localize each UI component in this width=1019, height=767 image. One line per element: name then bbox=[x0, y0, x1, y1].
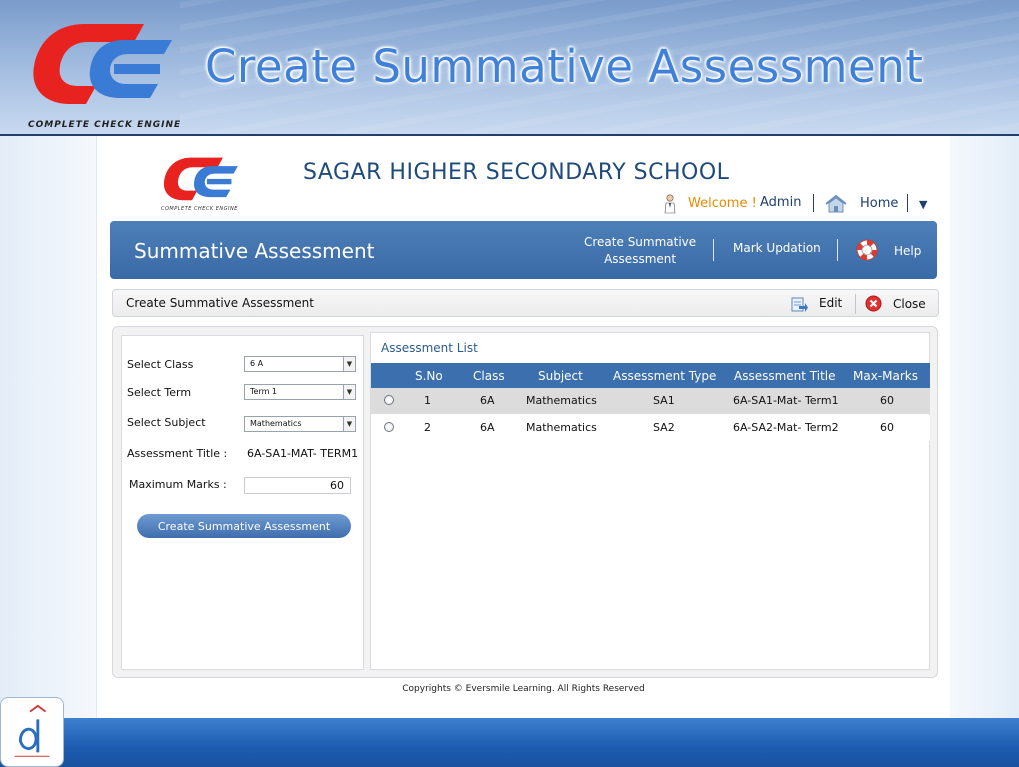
term-label: Select Term bbox=[127, 386, 192, 399]
cell-max-marks: 60 bbox=[880, 394, 894, 407]
cell-title: 6A-SA1-Mat- Term1 bbox=[733, 394, 839, 407]
nav-help[interactable]: Help bbox=[894, 243, 921, 260]
close-icon[interactable] bbox=[865, 295, 882, 312]
max-marks-label: Maximum Marks : bbox=[129, 478, 227, 491]
school-logo-caption: COMPLETE CHECK ENGINE bbox=[161, 206, 238, 212]
nav-item-label: Mark Updation bbox=[733, 241, 821, 255]
nav-item-label: Help bbox=[894, 244, 922, 258]
menu-dropdown-icon[interactable]: ▼ bbox=[919, 198, 927, 211]
class-label: Select Class bbox=[127, 358, 194, 371]
school-name: SAGAR HIGHER SECONDARY SCHOOL bbox=[303, 160, 730, 185]
column-header: Assessment Type bbox=[613, 369, 717, 383]
edit-icon[interactable] bbox=[790, 295, 808, 313]
assessment-list-title: Assessment List bbox=[381, 341, 478, 355]
subject-label: Select Subject bbox=[127, 416, 206, 429]
assessment-form: Select Class 6 A ▼ Select Term Term 1 ▼ … bbox=[121, 335, 364, 670]
userbar-separator bbox=[813, 194, 814, 212]
school-logo-icon bbox=[163, 157, 238, 201]
module-title: Summative Assessment bbox=[134, 239, 375, 263]
module-navbar: Summative Assessment Create Summative As… bbox=[110, 221, 937, 279]
slide-header: COMPLETE CHECK ENGINE Create Summative A… bbox=[0, 0, 1019, 136]
slide-title: Create Summative Assessment bbox=[205, 40, 924, 93]
cell-type: SA1 bbox=[653, 394, 675, 407]
assessment-title-value: 6A-SA1-MAT- TERM1 bbox=[247, 447, 359, 460]
logo-caption: COMPLETE CHECK ENGINE bbox=[28, 120, 182, 130]
subject-select-value: Mathematics bbox=[250, 419, 302, 428]
content-area: Select Class 6 A ▼ Select Term Term 1 ▼ … bbox=[112, 326, 938, 678]
chevron-down-icon[interactable]: ▼ bbox=[343, 357, 355, 371]
page-toolbar: Create Summative Assessment Edit Close bbox=[112, 289, 939, 317]
user-avatar-icon bbox=[664, 194, 676, 214]
copyright-footer: Copyrights © Eversmile Learning. All Rig… bbox=[402, 684, 645, 694]
table-row[interactable]: 2 6A Mathematics SA2 6A-SA2-Mat- Term2 6… bbox=[371, 415, 930, 441]
cell-max-marks: 60 bbox=[880, 421, 894, 434]
chevron-down-icon[interactable]: ▼ bbox=[343, 417, 355, 431]
cell-subject: Mathematics bbox=[526, 394, 597, 407]
row-select-radio[interactable] bbox=[384, 395, 394, 405]
cce-logo-icon bbox=[33, 24, 172, 104]
column-header: Class bbox=[473, 369, 505, 383]
class-select[interactable]: 6 A ▼ bbox=[244, 356, 356, 372]
max-marks-input[interactable] bbox=[244, 477, 351, 494]
column-header: Assessment Title bbox=[734, 369, 836, 383]
assessment-title-label: Assessment Title : bbox=[127, 447, 228, 460]
term-select[interactable]: Term 1 ▼ bbox=[244, 384, 356, 400]
cell-subject: Mathematics bbox=[526, 421, 597, 434]
assessment-list-panel: Assessment List S.No Class Subject Asses… bbox=[370, 332, 930, 670]
home-icon[interactable] bbox=[825, 194, 847, 214]
welcome-user[interactable]: Admin bbox=[760, 195, 801, 210]
column-header: Subject bbox=[538, 369, 583, 383]
create-summative-assessment-button[interactable]: Create Summative Assessment bbox=[137, 514, 351, 538]
close-button[interactable]: Close bbox=[893, 297, 926, 311]
subject-select[interactable]: Mathematics ▼ bbox=[244, 416, 356, 432]
nav-item-label: Assessment bbox=[604, 252, 677, 266]
cell-sno: 1 bbox=[424, 394, 431, 407]
table-row[interactable]: 1 6A Mathematics SA1 6A-SA1-Mat- Term1 6… bbox=[371, 388, 930, 414]
row-select-radio[interactable] bbox=[384, 422, 394, 432]
slide-footer-band bbox=[0, 718, 1019, 767]
column-header: S.No bbox=[415, 369, 443, 383]
toolbar-separator bbox=[855, 294, 856, 314]
edit-button[interactable]: Edit bbox=[819, 296, 842, 310]
nav-separator bbox=[713, 239, 714, 261]
cell-class: 6A bbox=[480, 421, 495, 434]
side-strip-right bbox=[950, 136, 1019, 718]
cell-title: 6A-SA2-Mat- Term2 bbox=[733, 421, 839, 434]
cell-type: SA2 bbox=[653, 421, 675, 434]
nav-item-label: Create Summative bbox=[584, 235, 697, 249]
welcome-text: Welcome ! bbox=[688, 196, 757, 211]
class-select-value: 6 A bbox=[250, 359, 264, 368]
side-strip-left bbox=[0, 136, 96, 718]
page-title: Create Summative Assessment bbox=[126, 296, 314, 310]
nav-mark-updation[interactable]: Mark Updation bbox=[733, 240, 821, 257]
nav-create-summative-assessment[interactable]: Create Summative Assessment bbox=[584, 234, 696, 268]
help-lifebuoy-icon[interactable] bbox=[855, 238, 879, 262]
userbar-separator bbox=[907, 194, 908, 212]
table-header: S.No Class Subject Assessment Type Asses… bbox=[371, 363, 930, 388]
term-select-value: Term 1 bbox=[250, 387, 278, 396]
chevron-down-icon[interactable]: ▼ bbox=[343, 385, 355, 399]
nav-separator bbox=[837, 239, 838, 261]
eversmile-logo-icon bbox=[0, 697, 64, 767]
cell-sno: 2 bbox=[424, 421, 431, 434]
cell-class: 6A bbox=[480, 394, 495, 407]
home-link[interactable]: Home bbox=[860, 196, 898, 211]
app-window: COMPLETE CHECK ENGINE SAGAR HIGHER SECON… bbox=[97, 136, 950, 718]
column-header: Max-Marks bbox=[853, 369, 918, 383]
